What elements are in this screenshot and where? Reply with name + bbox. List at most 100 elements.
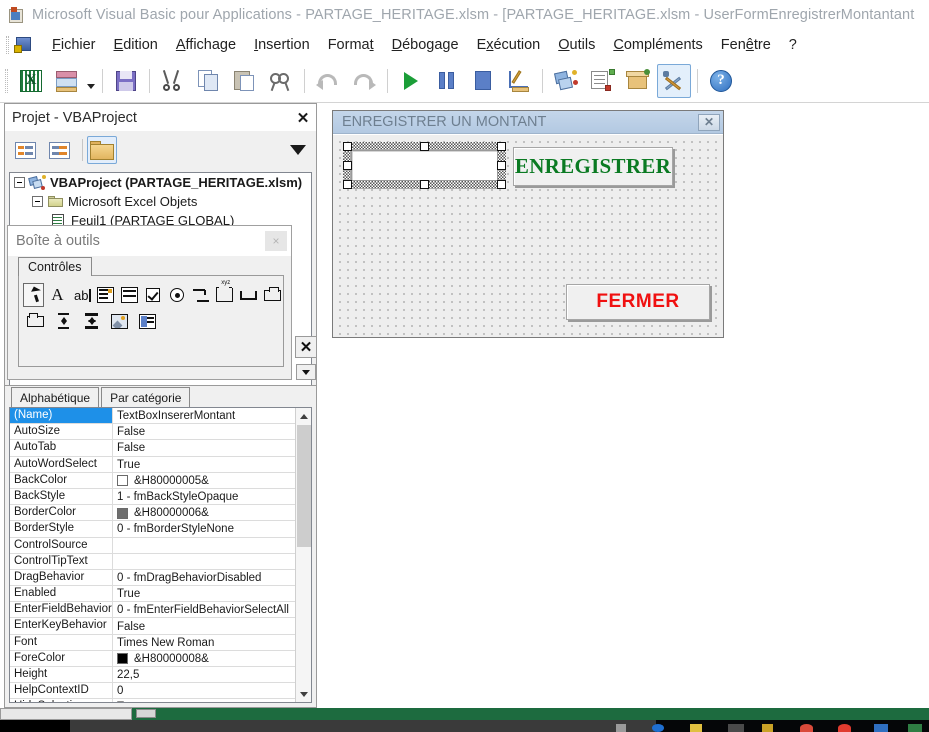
- enregistrer-button[interactable]: ENREGISTRER: [513, 147, 673, 186]
- taskbar-icon[interactable]: [728, 724, 744, 732]
- resize-handle-sw[interactable]: [343, 180, 352, 189]
- property-value[interactable]: &H80000008&: [113, 651, 295, 666]
- textbox-icon[interactable]: ab: [71, 283, 92, 307]
- property-value[interactable]: Times New Roman: [113, 635, 295, 650]
- property-row[interactable]: BackColor &H80000005&: [10, 472, 295, 489]
- property-value[interactable]: True: [113, 457, 295, 472]
- property-row[interactable]: EnterFieldBehavior 0 - fmEnterFieldBehavi…: [10, 602, 295, 619]
- properties-scrollbar[interactable]: [295, 408, 311, 702]
- property-row[interactable]: DragBehavior 0 - fmDragBehaviorDisabled: [10, 569, 295, 587]
- label-icon[interactable]: A: [47, 283, 68, 307]
- resize-handle-ne[interactable]: [497, 142, 506, 151]
- properties-window-icon[interactable]: [585, 64, 619, 98]
- taskbar-icon[interactable]: [616, 724, 626, 732]
- taskbar-start-area[interactable]: [0, 720, 70, 732]
- expander-icon[interactable]: [14, 177, 25, 188]
- copy-icon[interactable]: [192, 64, 226, 98]
- property-row[interactable]: (Name) TextBoxInsererMontant: [10, 408, 295, 425]
- menu-item-format[interactable]: Format: [319, 35, 383, 55]
- commandbutton-icon[interactable]: [238, 283, 259, 307]
- cut-icon[interactable]: [156, 64, 190, 98]
- property-row[interactable]: ControlSource: [10, 537, 295, 554]
- chevron-down-icon[interactable]: [296, 364, 316, 380]
- property-value[interactable]: 0 - fmDragBehaviorDisabled: [113, 570, 295, 585]
- project-explorer-icon[interactable]: [549, 64, 583, 98]
- property-value[interactable]: 1 - fmBackStyleOpaque: [113, 489, 295, 504]
- redo-icon[interactable]: [347, 64, 381, 98]
- property-row[interactable]: AutoTab False: [10, 440, 295, 457]
- property-row[interactable]: BackStyle 1 - fmBackStyleOpaque: [10, 488, 295, 506]
- property-row[interactable]: ForeColor &H80000008&: [10, 650, 295, 667]
- property-row[interactable]: BorderStyle 0 - fmBorderStyleNone: [10, 521, 295, 538]
- object-browser-icon[interactable]: [621, 64, 655, 98]
- taskbar-icon[interactable]: [838, 724, 851, 732]
- menubar-grip[interactable]: [6, 35, 9, 54]
- togglebutton-icon[interactable]: [190, 283, 211, 307]
- insert-userform-icon[interactable]: [50, 64, 84, 98]
- toggle-folders-icon[interactable]: [87, 136, 117, 164]
- resize-handle-nw[interactable]: [343, 142, 352, 151]
- property-row[interactable]: HelpContextID 0: [10, 683, 295, 700]
- spinbutton-icon[interactable]: [79, 309, 104, 333]
- property-value[interactable]: True: [113, 699, 295, 702]
- optionbutton-icon[interactable]: [166, 283, 187, 307]
- property-value[interactable]: 0 - fmEnterFieldBehaviorSelectAll: [113, 602, 295, 617]
- insert-userform-dropdown-icon[interactable]: [85, 64, 97, 98]
- textbox-selection[interactable]: [343, 142, 506, 189]
- taskbar-icon[interactable]: [908, 724, 922, 732]
- property-value[interactable]: False: [113, 618, 295, 633]
- taskbar-icon[interactable]: [652, 724, 664, 732]
- close-icon[interactable]: ✕: [293, 108, 313, 128]
- undo-icon[interactable]: [311, 64, 345, 98]
- taskbar-icon[interactable]: [762, 724, 773, 732]
- toolbox-icon[interactable]: [657, 63, 691, 98]
- refedit-icon[interactable]: [135, 309, 160, 333]
- resize-handle-n[interactable]: [420, 142, 429, 151]
- tree-item-vbaproject[interactable]: VBAProject (PARTAGE_HERITAGE.xlsm): [10, 173, 311, 192]
- scrollbar-thumb[interactable]: [297, 425, 311, 547]
- resize-handle-se[interactable]: [497, 180, 506, 189]
- menu-item-edition[interactable]: Edition: [105, 35, 167, 55]
- listbox-icon[interactable]: [119, 283, 140, 307]
- menu-item-outils[interactable]: Outils: [549, 35, 604, 55]
- property-value[interactable]: False: [113, 440, 295, 455]
- menu-item-fichier[interactable]: Fichier: [43, 35, 105, 55]
- menu-item-complements[interactable]: Compléments: [604, 35, 711, 55]
- property-value[interactable]: TextBoxInsererMontant: [113, 408, 295, 423]
- property-row[interactable]: AutoWordSelect True: [10, 456, 295, 473]
- frame-icon[interactable]: [214, 280, 235, 307]
- textbox-inserer-montant[interactable]: [351, 150, 498, 181]
- property-value[interactable]: &H80000006&: [113, 505, 295, 520]
- view-excel-icon[interactable]: [14, 64, 48, 98]
- expander-icon[interactable]: [32, 196, 43, 207]
- property-value[interactable]: [113, 538, 295, 553]
- property-value[interactable]: [113, 554, 295, 569]
- select-objects-icon[interactable]: [23, 283, 44, 307]
- view-code-icon[interactable]: [10, 136, 40, 164]
- close-icon[interactable]: ×: [265, 231, 287, 251]
- status-button[interactable]: [136, 709, 156, 718]
- image-icon[interactable]: [107, 309, 132, 333]
- menu-item-execution[interactable]: Exécution: [468, 35, 550, 55]
- find-icon[interactable]: [264, 64, 298, 98]
- userform-surface[interactable]: ENREGISTRER FERMER: [333, 135, 723, 337]
- break-icon[interactable]: [430, 64, 464, 98]
- tab-alphabetique[interactable]: Alphabétique: [11, 387, 100, 407]
- close-icon[interactable]: ✕: [698, 113, 720, 131]
- tree-item-excel-objects[interactable]: Microsoft Excel Objets: [10, 192, 311, 211]
- resize-handle-e[interactable]: [497, 161, 506, 170]
- property-value[interactable]: 22,5: [113, 667, 295, 682]
- toolbar-grip[interactable]: [5, 68, 8, 93]
- paste-icon[interactable]: [228, 64, 262, 98]
- checkbox-icon[interactable]: [143, 283, 164, 307]
- property-row[interactable]: Height 22,5: [10, 667, 295, 684]
- menu-item-affichage[interactable]: Affichage: [167, 35, 245, 55]
- scroll-up-icon[interactable]: [296, 408, 311, 424]
- multipage-icon[interactable]: [23, 309, 48, 333]
- resize-handle-w[interactable]: [343, 161, 352, 170]
- property-value[interactable]: False: [113, 424, 295, 439]
- property-row[interactable]: ControlTipText: [10, 553, 295, 570]
- menu-item-insertion[interactable]: Insertion: [245, 35, 319, 55]
- design-mode-icon[interactable]: [502, 64, 536, 98]
- menu-item-help[interactable]: ?: [780, 35, 806, 55]
